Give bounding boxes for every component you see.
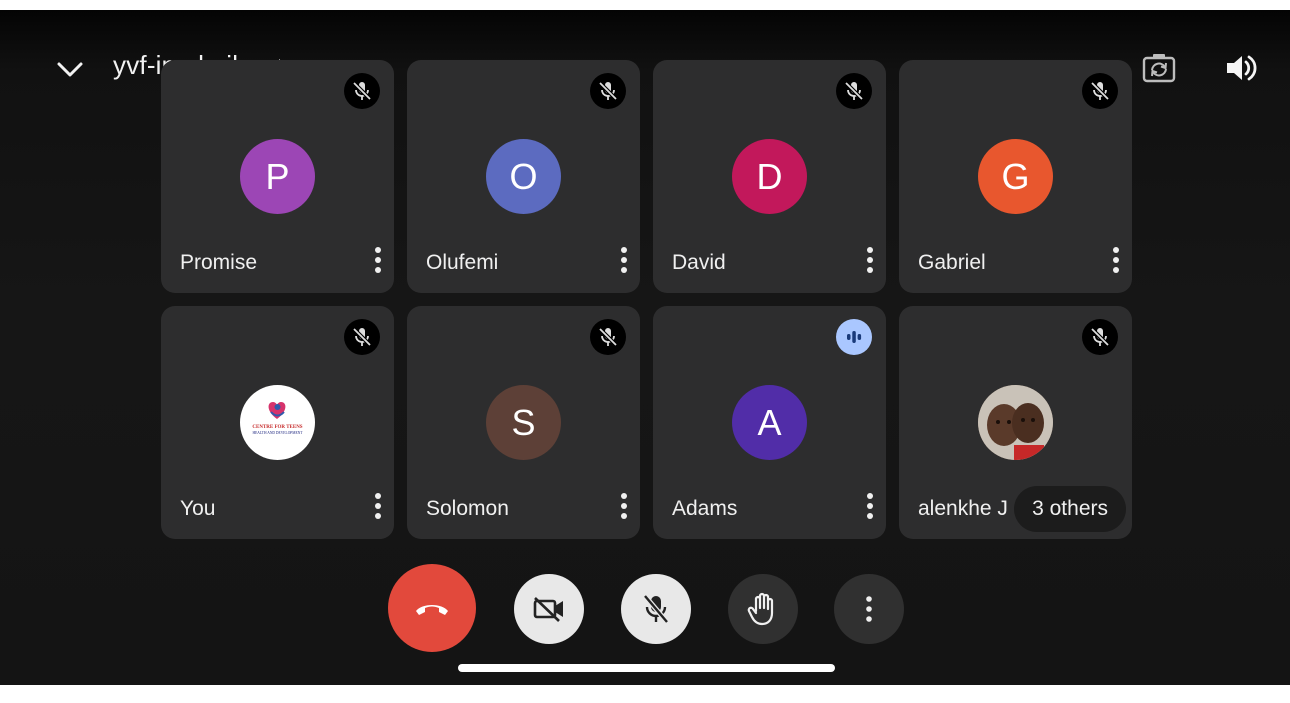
hang-up-icon [416,605,448,615]
switch-camera-icon[interactable] [1142,52,1176,84]
more-vert-icon[interactable] [616,244,632,276]
participant-tile[interactable]: alenkhe J 3 others [899,306,1132,539]
mic-off-icon [1082,73,1118,109]
more-vert-icon [866,596,872,622]
participant-tile[interactable]: O Olufemi [407,60,640,293]
hand-icon [747,592,774,626]
avatar: S [486,385,561,460]
more-vert-icon[interactable] [862,490,878,522]
mic-toggle-button[interactable] [621,574,691,644]
meeting-screen: yvf-ipcd-zik P Promise O Olufemi [0,10,1290,685]
participant-tile[interactable]: D David [653,60,886,293]
participant-name: Solomon [426,497,509,520]
avatar: G [978,139,1053,214]
video-off-icon [533,597,563,622]
profile-photo [978,385,1053,460]
participant-name: Adams [672,497,738,520]
participant-name: Promise [180,251,258,274]
participant-name: Gabriel [918,251,986,274]
more-options-button[interactable] [834,574,904,644]
mic-off-icon [1082,319,1118,355]
mic-off-icon [643,594,669,624]
participant-name: Olufemi [426,251,499,274]
logo-text: CENTRE FOR TEENS [252,425,302,430]
avatar: D [732,139,807,214]
mic-off-icon [344,319,380,355]
avatar: P [240,139,315,214]
others-count-chip[interactable]: 3 others [1014,486,1126,532]
participant-name: alenkhe J [918,497,1008,520]
mic-off-icon [836,73,872,109]
speaker-icon[interactable] [1224,52,1258,84]
more-vert-icon[interactable] [1108,244,1124,276]
speaking-indicator-icon [836,319,872,355]
participant-tile[interactable]: G Gabriel [899,60,1132,293]
mic-off-icon [344,73,380,109]
avatar: A [732,385,807,460]
participant-name: David [672,251,726,274]
participant-tile[interactable]: S Solomon [407,306,640,539]
end-call-button[interactable] [388,564,476,652]
mic-off-icon [590,319,626,355]
participant-tile[interactable]: P Promise [161,60,394,293]
more-vert-icon[interactable] [616,490,632,522]
mic-off-icon [590,73,626,109]
more-vert-icon[interactable] [862,244,878,276]
participant-tile[interactable]: CENTRE FOR TEENS HEALTH AND DEVELOPMENT … [161,306,394,539]
more-vert-icon[interactable] [370,244,386,276]
organization-logo: CENTRE FOR TEENS HEALTH AND DEVELOPMENT [240,385,315,460]
participant-name: You [180,497,216,520]
logo-subtext: HEALTH AND DEVELOPMENT [253,431,304,435]
home-indicator[interactable] [458,664,835,672]
participant-tile[interactable]: A Adams [653,306,886,539]
avatar: O [486,139,561,214]
more-vert-icon[interactable] [370,490,386,522]
raise-hand-button[interactable] [728,574,798,644]
chevron-down-icon[interactable] [54,54,86,86]
camera-toggle-button[interactable] [514,574,584,644]
